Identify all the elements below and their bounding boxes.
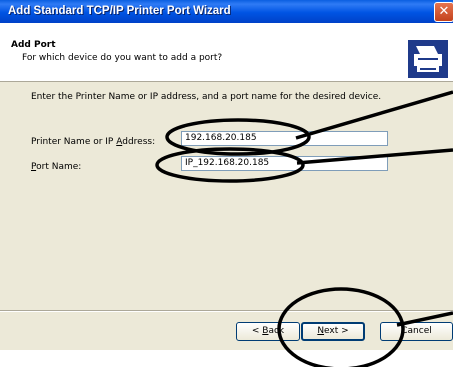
close-button[interactable]: ✕ bbox=[434, 2, 453, 22]
instructions-text: Enter the Printer Name or IP address, an… bbox=[31, 92, 382, 102]
window-title: Add Standard TCP/IP Printer Port Wizard bbox=[8, 5, 231, 17]
port-label-post: ort Name: bbox=[36, 162, 82, 172]
next-button[interactable]: Next > bbox=[301, 322, 365, 341]
page-title: Add Port bbox=[11, 40, 56, 50]
printer-label-post: ddress: bbox=[122, 137, 156, 147]
printer-name-input[interactable]: 192.168.20.185 bbox=[181, 131, 388, 146]
title-bar[interactable]: Add Standard TCP/IP Printer Port Wizard … bbox=[0, 0, 453, 23]
printer-icon bbox=[408, 40, 448, 78]
wizard-header: Add Port For which device do you want to… bbox=[0, 23, 453, 82]
port-name-label: Port Name: bbox=[31, 162, 81, 172]
wizard-window: Add Standard TCP/IP Printer Port Wizard … bbox=[0, 0, 453, 350]
footer-divider bbox=[0, 310, 453, 312]
printer-name-label: Printer Name or IP Address: bbox=[31, 137, 155, 147]
page-subtitle: For which device do you want to add a po… bbox=[22, 53, 223, 63]
back-button[interactable]: < Back bbox=[236, 322, 300, 341]
back-label-post: ack bbox=[268, 326, 285, 336]
cancel-button[interactable]: Cancel bbox=[380, 322, 453, 341]
printer-label-pre: Printer Name or IP bbox=[31, 137, 117, 147]
next-label-post: ext > bbox=[324, 326, 349, 336]
back-label-pre: < bbox=[251, 326, 263, 336]
port-name-input[interactable]: IP_192.168.20.185 bbox=[181, 156, 388, 171]
bottom-strip bbox=[0, 350, 453, 367]
